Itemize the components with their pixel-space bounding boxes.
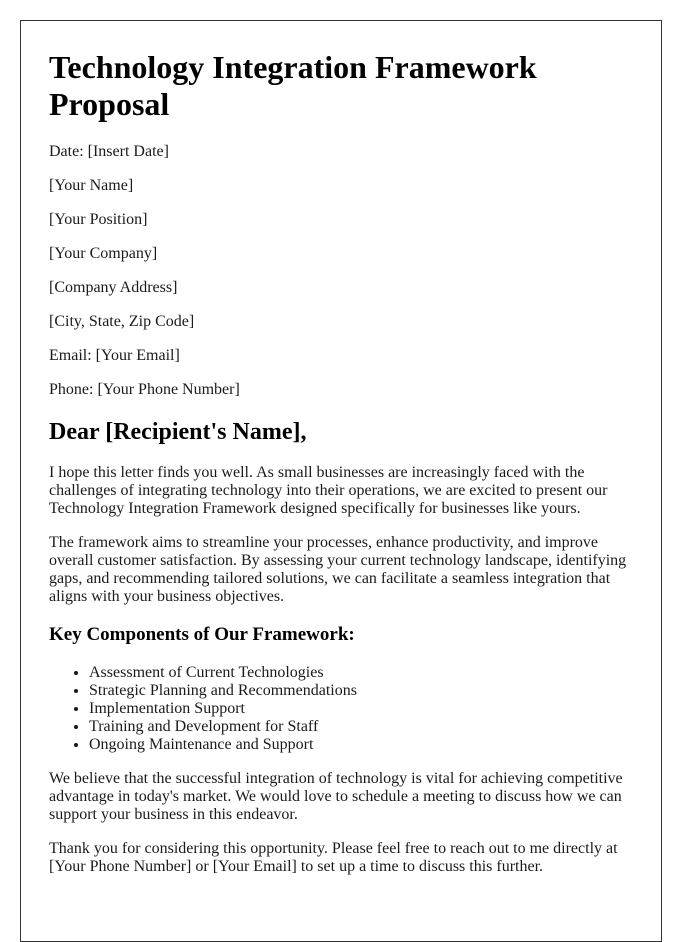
- components-list: Assessment of Current Technologies Strat…: [49, 664, 633, 754]
- city-state-zip-line: [City, State, Zip Code]: [49, 313, 195, 330]
- sender-company-line: [Your Company]: [49, 245, 158, 262]
- belief-paragraph: We believe that the successful integrati…: [49, 770, 623, 823]
- list-item: Implementation Support: [89, 700, 633, 718]
- components-heading: Key Components of Our Framework:: [49, 624, 355, 645]
- sender-name-line: [Your Name]: [49, 177, 134, 194]
- sender-info-block: Date: [Insert Date] [Your Name] [Your Po…: [49, 143, 633, 399]
- date-line: Date: [Insert Date]: [49, 143, 169, 160]
- letter-container: Technology Integration Framework Proposa…: [20, 20, 662, 942]
- document-title: Technology Integration Framework Proposa…: [49, 49, 537, 122]
- list-item: Strategic Planning and Recommendations: [89, 682, 633, 700]
- company-address-line: [Company Address]: [49, 279, 178, 296]
- list-item: Assessment of Current Technologies: [89, 664, 633, 682]
- salutation: Dear [Recipient's Name],: [49, 419, 307, 445]
- email-line: Email: [Your Email]: [49, 347, 180, 364]
- closing-paragraph: Thank you for considering this opportuni…: [49, 840, 618, 875]
- sender-position-line: [Your Position]: [49, 211, 148, 228]
- list-item: Training and Development for Staff: [89, 718, 633, 736]
- intro-paragraph: I hope this letter finds you well. As sm…: [49, 464, 608, 517]
- list-item: Ongoing Maintenance and Support: [89, 736, 633, 754]
- phone-line: Phone: [Your Phone Number]: [49, 381, 240, 398]
- framework-aims-paragraph: The framework aims to streamline your pr…: [49, 534, 627, 605]
